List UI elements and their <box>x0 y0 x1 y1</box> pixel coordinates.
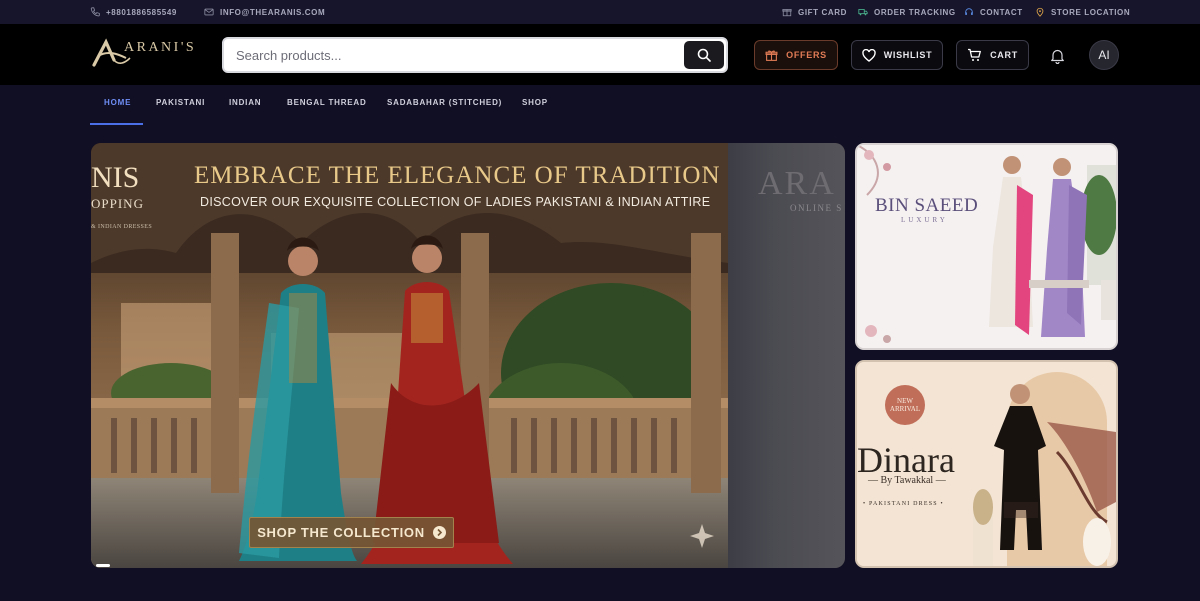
wishlist-button[interactable]: WISHLIST <box>851 40 943 70</box>
main-header: ARANI'S OFFERS WISHLIST CART AI <box>0 24 1200 85</box>
cart-icon <box>968 48 982 61</box>
gift-card-label: GIFT CARD <box>798 7 847 17</box>
heart-icon <box>861 48 876 62</box>
search-input[interactable] <box>236 39 676 71</box>
nav-item-home[interactable]: HOME <box>104 98 131 107</box>
hero-brand-partial: NIS <box>91 161 140 194</box>
mail-icon <box>204 8 214 16</box>
truck-icon <box>858 9 868 16</box>
order-tracking-link[interactable]: ORDER TRACKING <box>858 0 956 24</box>
headset-icon <box>965 8 973 15</box>
bin-saeed-brand: BIN SAEED <box>875 195 979 216</box>
location-pin-icon <box>1036 7 1044 17</box>
gift-icon <box>765 49 778 61</box>
bin-saeed-banner[interactable]: BIN SAEED LUXURY <box>855 143 1118 350</box>
top-utility-bar: +8801886585549 INFO@THEARANIS.COM GIFT C… <box>0 0 1200 24</box>
cart-button[interactable]: CART <box>956 40 1029 70</box>
bin-saeed-sub: LUXURY <box>901 216 948 224</box>
nav-item-indian[interactable]: INDIAN <box>229 98 261 107</box>
badge-line-new: NEW <box>897 396 913 405</box>
sparkle-icon <box>690 524 714 548</box>
carousel-indicator[interactable] <box>96 564 110 567</box>
nav-item-shop[interactable]: SHOP <box>522 98 548 107</box>
email-contact[interactable]: INFO@THEARANIS.COM <box>204 0 325 24</box>
cta-label: SHOP THE COLLECTION <box>257 525 425 540</box>
site-logo[interactable]: ARANI'S <box>92 38 202 70</box>
next-slide-sub: ONLINE S <box>790 203 843 213</box>
bell-icon <box>1050 49 1064 64</box>
bin-saeed-banner-image <box>857 145 1116 348</box>
gift-card-link[interactable]: GIFT CARD <box>782 0 847 24</box>
user-avatar[interactable]: AI <box>1089 40 1119 70</box>
hero-title: EMBRACE THE ELEGANCE OF TRADITION <box>194 162 721 189</box>
dinara-category: • PAKISTANI DRESS • <box>863 501 944 507</box>
contact-label: CONTACT <box>980 7 1023 17</box>
badge-line-arrival: ARRIVAL <box>889 405 921 413</box>
next-slide-brand: ARA <box>758 165 836 202</box>
hero-brand-sub-partial: OPPING <box>91 196 144 211</box>
nav-item-pakistani[interactable]: PAKISTANI <box>156 98 205 107</box>
shop-the-collection-button[interactable]: SHOP THE COLLECTION <box>249 517 454 548</box>
nav-item-bengal-thread[interactable]: BENGAL THREAD <box>287 98 367 107</box>
dinara-banner[interactable]: NEW ARRIVAL Dinara — By Tawakkal — • PAK… <box>855 360 1118 568</box>
offers-label: OFFERS <box>786 50 827 60</box>
store-location-label: STORE LOCATION <box>1051 7 1131 17</box>
hero-subtitle: DISCOVER OUR EXQUISITE COLLECTION OF LAD… <box>200 195 711 209</box>
phone-contact[interactable]: +8801886585549 <box>90 0 177 24</box>
logo-text: ARANI'S <box>124 40 197 55</box>
order-tracking-label: ORDER TRACKING <box>874 7 956 17</box>
offers-button[interactable]: OFFERS <box>754 40 838 70</box>
gift-icon <box>782 9 792 17</box>
phone-icon <box>90 7 100 17</box>
hero-brand-tagline: & INDIAN DRESSES <box>91 224 153 230</box>
search-button[interactable] <box>684 41 724 69</box>
notifications-button[interactable] <box>1046 45 1068 67</box>
next-slide-preview[interactable]: ARA ONLINE S <box>728 143 845 568</box>
active-nav-indicator <box>90 123 143 125</box>
search-icon <box>697 48 711 62</box>
category-nav: HOME PAKISTANI INDIAN BENGAL THREAD SADA… <box>0 85 1200 125</box>
dinara-by-line: — By Tawakkal — <box>868 475 946 486</box>
arrow-right-icon <box>432 526 446 539</box>
contact-link[interactable]: CONTACT <box>964 0 1023 24</box>
email-address: INFO@THEARANIS.COM <box>220 7 326 17</box>
cart-label: CART <box>990 50 1018 60</box>
phone-number: +8801886585549 <box>106 7 177 17</box>
store-location-link[interactable]: STORE LOCATION <box>1035 0 1130 24</box>
search-bar <box>222 37 728 73</box>
new-arrival-badge: NEW ARRIVAL <box>885 385 925 425</box>
wishlist-label: WISHLIST <box>883 50 933 60</box>
hero-carousel[interactable]: NIS OPPING & INDIAN DRESSES EMBRACE THE … <box>91 143 845 568</box>
nav-item-sadabahar[interactable]: SADABAHAR (STITCHED) <box>387 98 502 107</box>
